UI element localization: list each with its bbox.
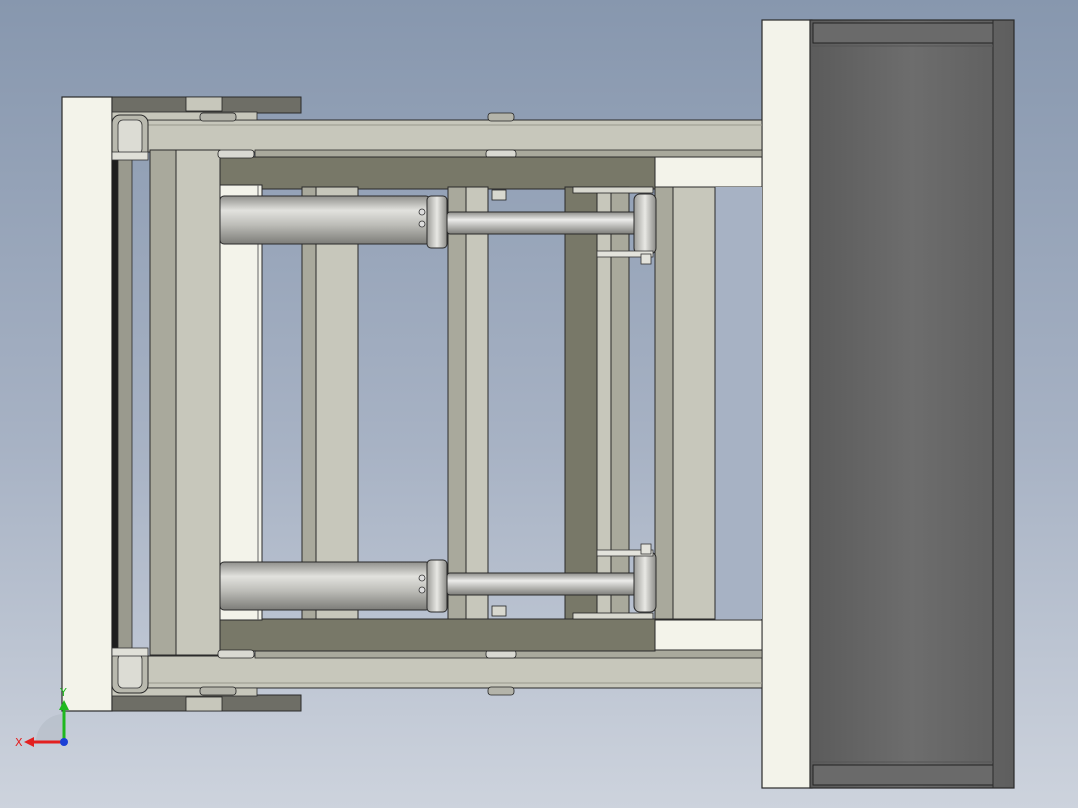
frame-bottom-rail xyxy=(217,618,656,652)
cylinder-head xyxy=(426,195,448,249)
triad-y-label: Y xyxy=(59,686,67,699)
right-clamp-plate[interactable] xyxy=(761,19,1015,789)
rail-bottom-white-end xyxy=(654,619,763,651)
orientation-triad[interactable]: X Y xyxy=(12,684,82,754)
cylinder-barrel xyxy=(219,561,431,611)
right-plate-rubber-pad xyxy=(809,19,1015,789)
rod-clevis xyxy=(633,551,657,613)
rail-top-white-end xyxy=(654,156,763,188)
triad-x-label: X xyxy=(15,736,23,749)
rod-clevis xyxy=(633,193,657,255)
cylinder-barrel xyxy=(219,195,431,245)
clamp-assembly-model[interactable] xyxy=(0,0,1078,808)
pad-bottom-lip xyxy=(812,764,994,786)
piston-rod xyxy=(446,211,638,235)
bottom-hinge-pin xyxy=(111,647,149,694)
right-plate-white-face xyxy=(761,19,813,789)
cad-3d-viewport[interactable]: X Y xyxy=(0,0,1078,808)
frame-top-rail xyxy=(217,156,656,190)
z-axis-marker xyxy=(60,738,68,746)
top-hinge-pin xyxy=(111,114,149,161)
piston-rod xyxy=(446,572,638,596)
left-plate-white-face xyxy=(61,96,113,712)
pad-top-lip xyxy=(812,22,994,44)
cylinder-head xyxy=(426,559,448,613)
